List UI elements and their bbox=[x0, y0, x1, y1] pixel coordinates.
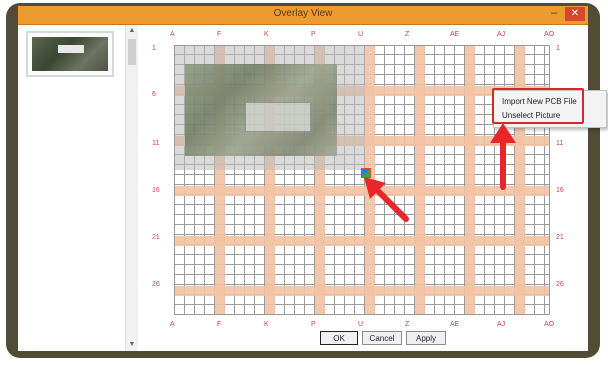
pcb-lcd bbox=[245, 102, 311, 132]
title-bar: Overlay View – ✕ bbox=[18, 6, 588, 25]
pcb-photo bbox=[185, 64, 337, 156]
row-label: 6 bbox=[152, 91, 156, 98]
grid-band bbox=[175, 236, 549, 246]
scroll-up-icon[interactable]: ▲ bbox=[126, 25, 138, 37]
col-label: AO bbox=[544, 321, 555, 328]
col-label: P bbox=[311, 31, 316, 38]
pcb-picture[interactable] bbox=[175, 46, 365, 170]
row-label: 21 bbox=[152, 234, 160, 241]
row-label: 11 bbox=[152, 140, 160, 147]
col-label: AE bbox=[450, 321, 460, 328]
vertical-scrollbar[interactable]: ▲ ▼ bbox=[125, 25, 138, 351]
row-label: 26 bbox=[556, 281, 564, 288]
grid-area: A F K P U Z AE AJ AO A F K P U Z AE AJ A… bbox=[138, 25, 607, 351]
col-label: A bbox=[170, 321, 175, 328]
pcb-thumbnail[interactable] bbox=[26, 31, 114, 77]
window-title: Overlay View bbox=[273, 8, 333, 19]
close-icon[interactable]: ✕ bbox=[565, 7, 585, 21]
col-label: AE bbox=[450, 31, 460, 38]
apply-button[interactable]: Apply bbox=[406, 331, 446, 345]
col-label: A bbox=[170, 31, 175, 38]
col-label: F bbox=[217, 321, 222, 328]
row-label: 26 bbox=[152, 281, 160, 288]
col-label: K bbox=[264, 31, 269, 38]
row-label: 21 bbox=[556, 234, 564, 241]
red-arrow-icon bbox=[490, 123, 516, 190]
col-label: U bbox=[358, 321, 364, 328]
col-label: P bbox=[311, 321, 316, 328]
col-label: AJ bbox=[497, 321, 506, 328]
menu-item-import-pcb[interactable]: Import New PCB File bbox=[502, 97, 577, 106]
thumbnail-panel bbox=[18, 25, 125, 351]
col-label: U bbox=[358, 31, 364, 38]
thumbnail-lcd bbox=[58, 45, 84, 53]
row-label: 16 bbox=[556, 187, 564, 194]
cancel-button[interactable]: Cancel bbox=[362, 331, 402, 345]
ok-button[interactable]: OK bbox=[320, 331, 358, 345]
row-label: 1 bbox=[556, 45, 560, 52]
row-label: 16 bbox=[152, 187, 160, 194]
red-arrow-icon bbox=[364, 177, 409, 222]
col-label: Z bbox=[405, 31, 410, 38]
scroll-thumb[interactable] bbox=[128, 39, 136, 65]
col-label: AJ bbox=[497, 31, 506, 38]
window-client: ▲ ▼ A F K P U Z AE AJ AO A F K P U Z AE … bbox=[18, 25, 607, 351]
row-label: 1 bbox=[152, 45, 156, 52]
col-label: K bbox=[264, 321, 269, 328]
col-label: F bbox=[217, 31, 222, 38]
col-label: AO bbox=[544, 31, 555, 38]
minimize-icon[interactable]: – bbox=[548, 7, 560, 21]
scroll-down-icon[interactable]: ▼ bbox=[126, 339, 138, 351]
pcb-thumbnail-image bbox=[32, 37, 108, 71]
menu-item-unselect-picture[interactable]: Unselect Picture bbox=[502, 111, 560, 120]
grid-band bbox=[175, 286, 549, 296]
col-label: Z bbox=[405, 321, 410, 328]
row-label: 11 bbox=[556, 140, 564, 147]
